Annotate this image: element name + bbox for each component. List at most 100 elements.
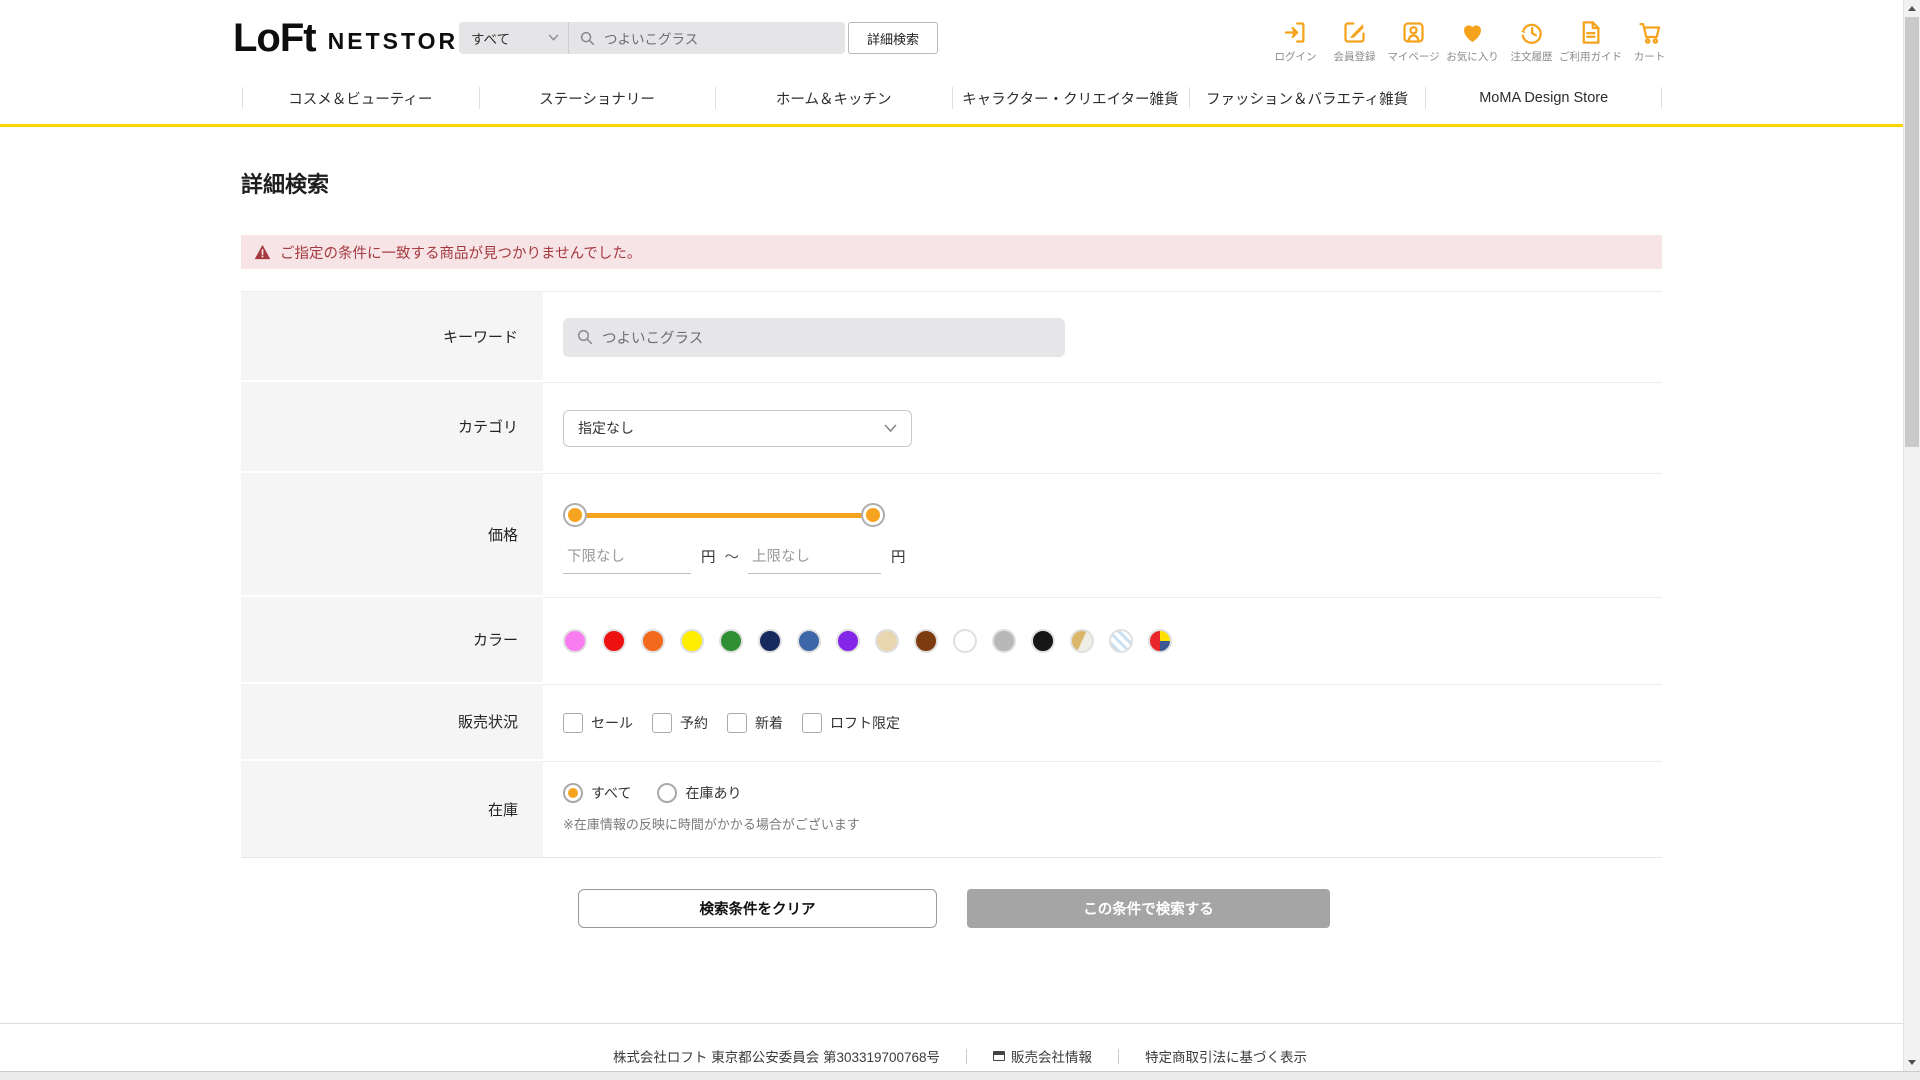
warning-icon [254, 244, 271, 260]
nav-item-cosmetics[interactable]: コスメ＆ビューティー [242, 72, 479, 124]
nav-item-home-kitchen[interactable]: ホーム＆キッチン [715, 72, 952, 124]
color-swatch-beige[interactable] [875, 629, 899, 653]
radio-all[interactable]: すべて [563, 783, 631, 803]
color-swatch-brown[interactable] [914, 629, 938, 653]
footer: 株式会社ロフト 東京都公安委員会 第303319700768号 販売会社情報 特… [0, 1023, 1920, 1066]
stock-label: 在庫 [241, 761, 543, 857]
search-category-value: すべて [471, 32, 511, 47]
color-swatch-black[interactable] [1031, 629, 1055, 653]
cart-icon [1636, 18, 1663, 46]
detail-search-button-label: 詳細検索 [866, 31, 919, 47]
color-swatch-blue[interactable] [797, 629, 821, 653]
clear-button-label: 検索条件をクリア [699, 902, 816, 918]
checkbox-loft-limited[interactable]: ロフト限定 [802, 713, 900, 733]
nav-item-fashion-variety[interactable]: ファッション＆バラエティ雑貨 [1188, 72, 1426, 124]
price-max-input[interactable]: 上限なし [748, 543, 881, 574]
price-slider-handle-min[interactable] [563, 503, 587, 527]
window-icon [993, 1051, 1006, 1061]
category-selected-value: 指定なし [578, 420, 634, 436]
alert-message: ご指定の条件に一致する商品が見つかりませんでした。 [280, 245, 642, 262]
nav-item-label: ホーム＆キッチン [775, 91, 892, 108]
checkbox-icon [802, 713, 822, 733]
color-swatch-gray[interactable] [992, 629, 1016, 653]
color-swatch-multicolor[interactable] [1148, 629, 1172, 653]
search-icon [577, 329, 593, 345]
color-swatch-red[interactable] [602, 629, 626, 653]
form-row-stock: 在庫 すべて 在庫あり ※在庫情報の反映に時間がかかる場合がございます [241, 761, 1662, 857]
register-label: 会員登録 [1333, 51, 1376, 63]
nav-item-character-goods[interactable]: キャラクター・クリエイター雑貨 [952, 72, 1189, 124]
form-actions: 検索条件をクリア この条件で検索する [241, 889, 1662, 928]
radio-in-stock[interactable]: 在庫あり [657, 783, 741, 803]
category-select[interactable]: 指定なし [563, 409, 912, 447]
radio-label: 在庫あり [685, 785, 742, 801]
seller-info-link[interactable]: 販売会社情報 [993, 1046, 1092, 1066]
checkbox-label: 予約 [680, 715, 708, 731]
radio-label: すべて [591, 785, 632, 801]
mypage-label: マイページ [1387, 51, 1440, 63]
nav-item-moma[interactable]: MoMA Design Store [1425, 72, 1662, 124]
checkbox-sale[interactable]: セール [563, 713, 633, 733]
color-swatch-yellow[interactable] [680, 629, 704, 653]
header-search-input[interactable]: つよいこグラス [569, 28, 845, 48]
login-link[interactable]: ログイン [1266, 18, 1325, 64]
login-label: ログイン [1274, 51, 1317, 63]
favorites-link[interactable]: お気に入り [1443, 18, 1502, 64]
color-swatch-navy[interactable] [758, 629, 782, 653]
order-history-link[interactable]: 注文履歴 [1502, 18, 1561, 64]
color-swatch-pink[interactable] [563, 629, 587, 653]
price-inputs: 下限なし 円 ～ 上限なし 円 [563, 543, 1662, 574]
chevron-down-icon [884, 424, 897, 432]
register-link[interactable]: 会員登録 [1325, 18, 1384, 64]
scroll-down-arrow[interactable] [1904, 1054, 1920, 1071]
submit-button-label: この条件で検索する [1083, 902, 1214, 918]
legal-link[interactable]: 特定商取引法に基づく表示 [1145, 1046, 1307, 1066]
logo-netstore: NETSTORE [327, 27, 477, 54]
nav-item-stationery[interactable]: ステーショナリー [478, 72, 716, 124]
search-submit-button[interactable]: この条件で検索する [967, 889, 1330, 928]
price-unit-yen: 円 [891, 550, 906, 566]
color-swatch-purple[interactable] [836, 629, 860, 653]
horizontal-scrollbar[interactable] [0, 1071, 1920, 1080]
mypage-link[interactable]: マイページ [1384, 18, 1443, 64]
checkbox-new-arrival[interactable]: 新着 [727, 713, 783, 733]
price-min-input[interactable]: 下限なし [563, 543, 691, 574]
header-quick-links: ログイン 会員登録 マイページ お気に入り 注文履歴 ご利用ガイド カート [1266, 18, 1679, 64]
color-swatch-gold-silver[interactable] [1070, 629, 1094, 653]
price-label: 価格 [241, 473, 543, 597]
page-title: 詳細検索 [241, 172, 330, 197]
scroll-up-arrow[interactable] [1904, 0, 1920, 17]
color-swatch-white[interactable] [953, 629, 977, 653]
price-range-separator: ～ [724, 550, 740, 566]
nav-item-label: キャラクター・クリエイター雑貨 [962, 91, 1179, 108]
vertical-scrollbar[interactable] [1903, 0, 1920, 1071]
keyword-label: キーワード [241, 292, 543, 382]
color-swatch-green[interactable] [719, 629, 743, 653]
logo-loft: LoFt [233, 16, 317, 60]
clear-conditions-button[interactable]: 検索条件をクリア [578, 889, 937, 928]
checkbox-label: セール [591, 715, 633, 731]
checkbox-label: 新着 [755, 715, 783, 731]
checkbox-reservation[interactable]: 予約 [652, 713, 708, 733]
color-swatch-clear[interactable] [1109, 629, 1133, 653]
main-nav: コスメ＆ビューティー ステーショナリー ホーム＆キッチン キャラクター・クリエイ… [242, 72, 1662, 124]
cart-label: カート [1633, 51, 1666, 63]
search-icon [580, 31, 595, 45]
order-history-label: 注文履歴 [1510, 51, 1553, 63]
cart-link[interactable]: カート [1620, 18, 1679, 64]
nav-item-label: MoMA Design Store [1479, 90, 1609, 106]
form-row-keyword: キーワード つよいこグラス [241, 292, 1662, 382]
checkbox-icon [727, 713, 747, 733]
header-search-value: つよいこグラス [604, 32, 699, 47]
checkbox-icon [563, 713, 583, 733]
guide-link[interactable]: ご利用ガイド [1559, 18, 1622, 64]
color-swatch-orange[interactable] [641, 629, 665, 653]
site-logo[interactable]: LoFt NETSTORE [233, 18, 476, 58]
form-row-color: カラー [241, 597, 1662, 684]
scrollbar-thumb[interactable] [1905, 17, 1919, 447]
footer-divider [966, 1048, 968, 1064]
price-slider-handle-max[interactable] [861, 503, 885, 527]
detail-search-button[interactable]: 詳細検索 [848, 22, 938, 54]
search-category-dropdown[interactable]: すべて [459, 22, 569, 54]
keyword-input[interactable]: つよいこグラス [563, 317, 1065, 357]
